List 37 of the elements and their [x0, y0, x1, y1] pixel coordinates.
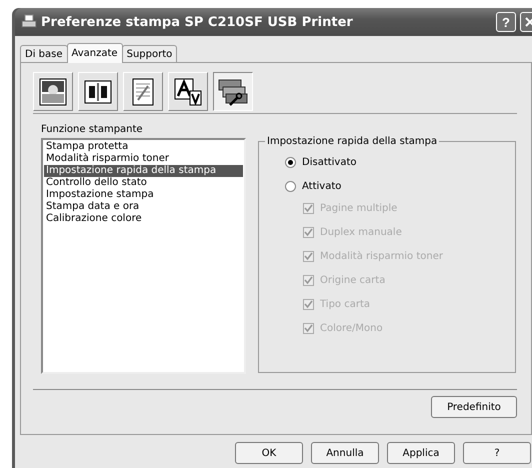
- list-item[interactable]: Impostazione stampa: [44, 189, 243, 201]
- photo-icon: [39, 78, 67, 106]
- radio-button[interactable]: [285, 181, 296, 192]
- checkbox-label: Modalità risparmio toner: [320, 251, 443, 262]
- list-item[interactable]: Stampa protetta: [44, 141, 243, 153]
- window-title: Preferenze stampa SP C210SF USB Printer: [41, 14, 354, 30]
- radio-button[interactable]: [285, 157, 296, 168]
- document-icon: [132, 78, 154, 106]
- list-item[interactable]: Calibrazione colore: [44, 213, 243, 225]
- list-label: Funzione stampante: [41, 124, 144, 135]
- default-button[interactable]: Predefinito: [431, 396, 517, 418]
- checkbox-label: Colore/Mono: [320, 323, 383, 334]
- help-button[interactable]: ?: [496, 12, 516, 32]
- tab[interactable]: Avanzate: [66, 43, 123, 63]
- tab[interactable]: Di base: [20, 45, 68, 62]
- list-item[interactable]: Controllo dello stato: [44, 177, 243, 189]
- tab[interactable]: Supporto: [122, 45, 178, 62]
- function-list[interactable]: Stampa protetta Modalità risparmio toner Impostazione rapida della stampa Controllo dello stato Impostazione stampa Stampa data e ora Calibrazione colore: [41, 138, 246, 374]
- checkbox-label: Tipo carta: [320, 299, 370, 310]
- booklet-icon: [84, 80, 112, 104]
- dialog-button[interactable]: ?: [463, 442, 531, 464]
- dialog-button[interactable]: Annulla: [311, 442, 379, 464]
- group-title: Impostazione rapida della stampa: [266, 136, 438, 147]
- toolbar-button[interactable]: [213, 72, 253, 111]
- printer-icon: [21, 14, 37, 30]
- font-icon: [174, 78, 202, 106]
- dialog-button[interactable]: Applica: [387, 442, 455, 464]
- radio-label: Disattivato: [302, 157, 357, 168]
- dialog-button[interactable]: OK: [235, 442, 303, 464]
- printer-settings-icon: [218, 78, 248, 106]
- radio-label: Attivato: [302, 181, 342, 192]
- checkbox-label: Origine carta: [320, 275, 386, 286]
- list-item[interactable]: Modalità risparmio toner: [44, 153, 243, 165]
- checkbox-label: Duplex manuale: [320, 227, 402, 238]
- checkbox-label: Pagine multiple: [320, 203, 398, 214]
- list-item[interactable]: Stampa data e ora: [44, 201, 243, 213]
- list-item[interactable]: Impostazione rapida della stampa: [44, 165, 243, 177]
